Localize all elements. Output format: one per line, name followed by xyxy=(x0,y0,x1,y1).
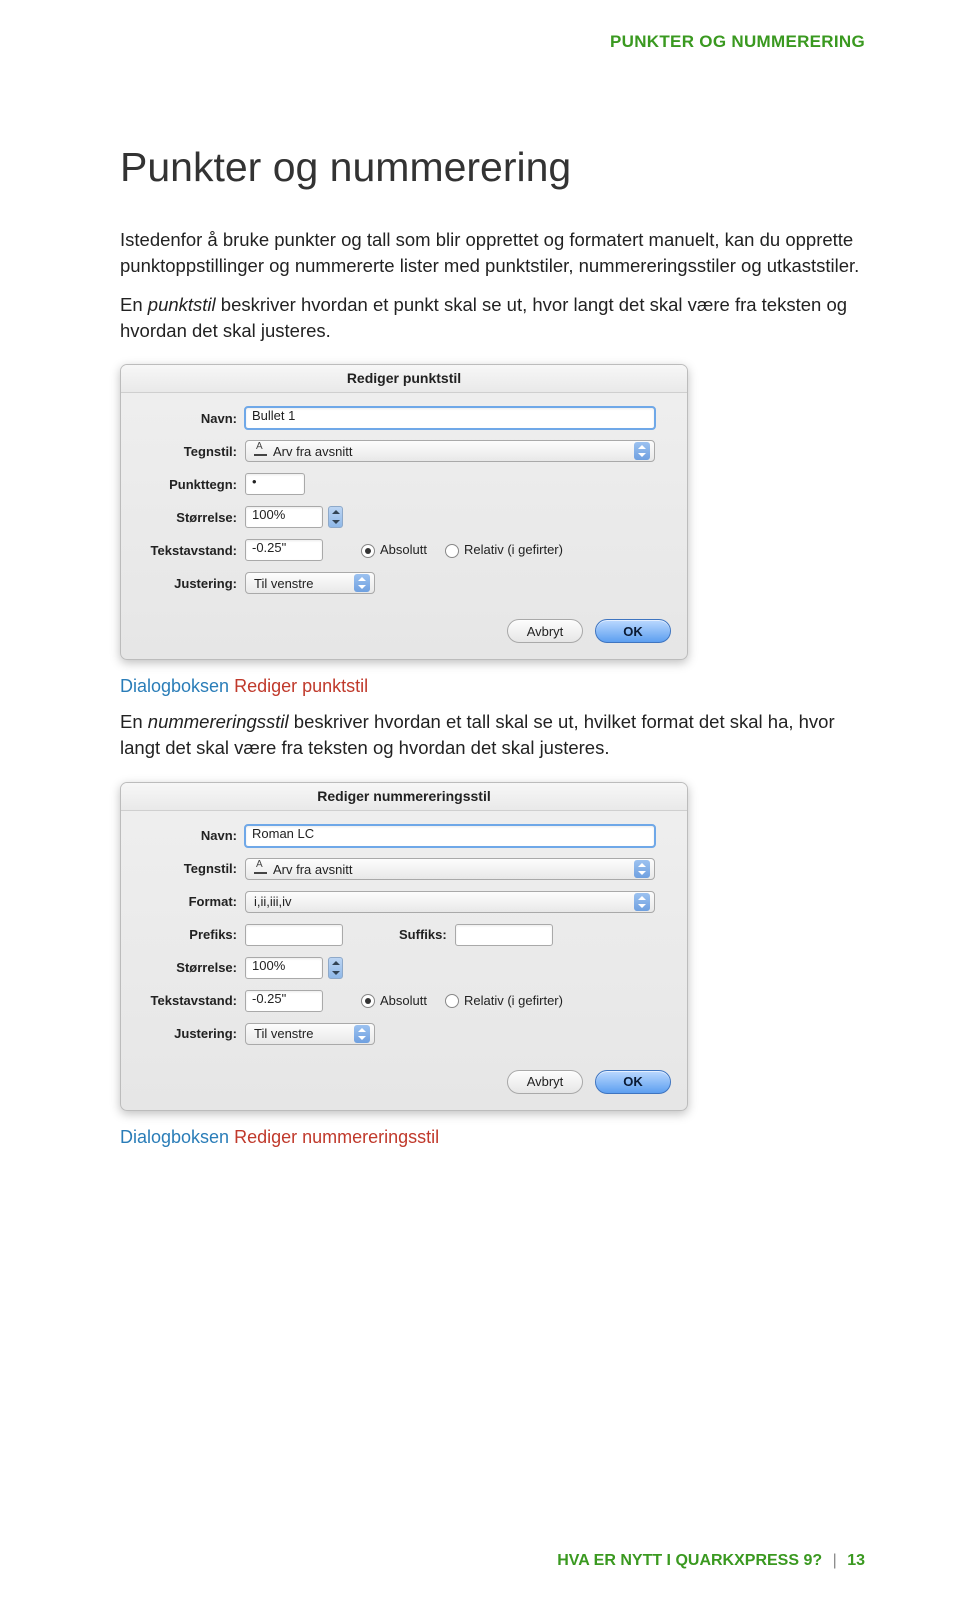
radio-checked-icon xyxy=(361,994,375,1008)
page-footer: HVA ER NYTT I QUARKXPRESS 9? | 13 xyxy=(557,1552,865,1570)
tekstavstand-radio-group: Absolutt Relativ (i gefirter) xyxy=(361,993,563,1009)
relativ-label: Relativ (i gefirter) xyxy=(464,993,563,1008)
dialog-title: Rediger nummereringsstil xyxy=(121,783,687,811)
page-title: Punkter og nummerering xyxy=(120,144,865,191)
chevron-updown-icon xyxy=(634,442,650,460)
tegnstil-select[interactable]: Arv fra avsnitt xyxy=(245,858,655,880)
relativ-radio-wrap[interactable]: Relativ (i gefirter) xyxy=(445,993,563,1009)
label-navn: Navn: xyxy=(139,828,245,843)
section-header: PUNKTER OG NUMMERERING xyxy=(120,32,865,52)
punkttegn-input[interactable]: • xyxy=(245,473,305,495)
prefiks-input[interactable] xyxy=(245,924,343,946)
label-format: Format: xyxy=(139,894,245,909)
navn-input[interactable]: Bullet 1 xyxy=(245,407,655,429)
intro-paragraph: Istedenfor å bruke punkter og tall som b… xyxy=(120,227,865,280)
caption1-red: Rediger punktstil xyxy=(234,676,368,696)
label-storrelse: Størrelse: xyxy=(139,960,245,975)
label-suffiks: Suffiks: xyxy=(399,927,447,942)
storrelse-stepper[interactable] xyxy=(328,957,343,979)
label-tegnstil: Tegnstil: xyxy=(139,444,245,459)
tegnstil-value: Arv fra avsnitt xyxy=(273,862,352,877)
label-justering: Justering: xyxy=(139,576,245,591)
footer-text: HVA ER NYTT I QUARKXPRESS 9? xyxy=(557,1552,822,1569)
radio-checked-icon xyxy=(361,544,375,558)
footer-separator: | xyxy=(833,1552,837,1569)
justering-select[interactable]: Til venstre xyxy=(245,1023,375,1045)
storrelse-input[interactable]: 100% xyxy=(245,957,323,979)
relativ-radio-wrap[interactable]: Relativ (i gefirter) xyxy=(445,542,563,558)
storrelse-stepper[interactable] xyxy=(328,506,343,528)
nummereringsstil-paragraph: En nummereringsstil beskriver hvordan et… xyxy=(120,709,865,762)
tegnstil-value: Arv fra avsnitt xyxy=(273,444,352,459)
tegnstil-select[interactable]: Arv fra avsnitt xyxy=(245,440,655,462)
caption2-red: Rediger nummereringsstil xyxy=(234,1127,439,1147)
format-value: i,ii,iii,iv xyxy=(254,894,292,909)
underline-icon xyxy=(254,861,267,874)
p2-em: punktstil xyxy=(148,294,216,315)
label-prefiks: Prefiks: xyxy=(139,927,245,942)
chevron-updown-icon xyxy=(354,1025,370,1043)
justering-value: Til venstre xyxy=(254,1026,313,1041)
p3-em: nummereringsstil xyxy=(148,711,289,732)
tekstavstand-radio-group: Absolutt Relativ (i gefirter) xyxy=(361,542,563,558)
cancel-button[interactable]: Avbryt xyxy=(507,619,583,643)
label-tekstavstand: Tekstavstand: xyxy=(139,543,245,558)
chevron-updown-icon xyxy=(634,893,650,911)
navn-input[interactable]: Roman LC xyxy=(245,825,655,847)
label-navn: Navn: xyxy=(139,411,245,426)
label-punkttegn: Punkttegn: xyxy=(139,477,245,492)
justering-value: Til venstre xyxy=(254,576,313,591)
chevron-updown-icon xyxy=(354,574,370,592)
chevron-updown-icon xyxy=(634,860,650,878)
absolutt-radio-wrap[interactable]: Absolutt xyxy=(361,542,427,558)
edit-bullet-style-dialog: Rediger punktstil Navn: Bullet 1 Tegnsti… xyxy=(120,364,688,660)
justering-select[interactable]: Til venstre xyxy=(245,572,375,594)
ok-button[interactable]: OK xyxy=(595,619,671,643)
absolutt-radio-wrap[interactable]: Absolutt xyxy=(361,993,427,1009)
tekstavstand-input[interactable]: -0.25" xyxy=(245,990,323,1012)
label-storrelse: Størrelse: xyxy=(139,510,245,525)
caption1-pre: Dialogboksen xyxy=(120,676,234,696)
label-tekstavstand: Tekstavstand: xyxy=(139,993,245,1008)
dialog-title: Rediger punktstil xyxy=(121,365,687,393)
suffiks-input[interactable] xyxy=(455,924,553,946)
tekstavstand-input[interactable]: -0.25" xyxy=(245,539,323,561)
ok-button[interactable]: OK xyxy=(595,1070,671,1094)
format-select[interactable]: i,ii,iii,iv xyxy=(245,891,655,913)
radio-icon xyxy=(445,994,459,1008)
punktstil-paragraph: En punktstil beskriver hvordan et punkt … xyxy=(120,292,865,345)
caption-2: Dialogboksen Rediger nummereringsstil xyxy=(120,1127,865,1148)
label-justering: Justering: xyxy=(139,1026,245,1041)
underline-icon xyxy=(254,443,267,456)
relativ-label: Relativ (i gefirter) xyxy=(464,542,563,557)
label-tegnstil: Tegnstil: xyxy=(139,861,245,876)
caption-1: Dialogboksen Rediger punktstil xyxy=(120,676,865,697)
p3-pre: En xyxy=(120,711,148,732)
edit-numbering-style-dialog: Rediger nummereringsstil Navn: Roman LC … xyxy=(120,782,688,1111)
absolutt-label: Absolutt xyxy=(380,542,427,557)
caption2-pre: Dialogboksen xyxy=(120,1127,234,1147)
radio-icon xyxy=(445,544,459,558)
p2-pre: En xyxy=(120,294,148,315)
cancel-button[interactable]: Avbryt xyxy=(507,1070,583,1094)
absolutt-label: Absolutt xyxy=(380,993,427,1008)
p2-post: beskriver hvordan et punkt skal se ut, h… xyxy=(120,294,847,341)
storrelse-input[interactable]: 100% xyxy=(245,506,323,528)
footer-page: 13 xyxy=(847,1552,865,1569)
